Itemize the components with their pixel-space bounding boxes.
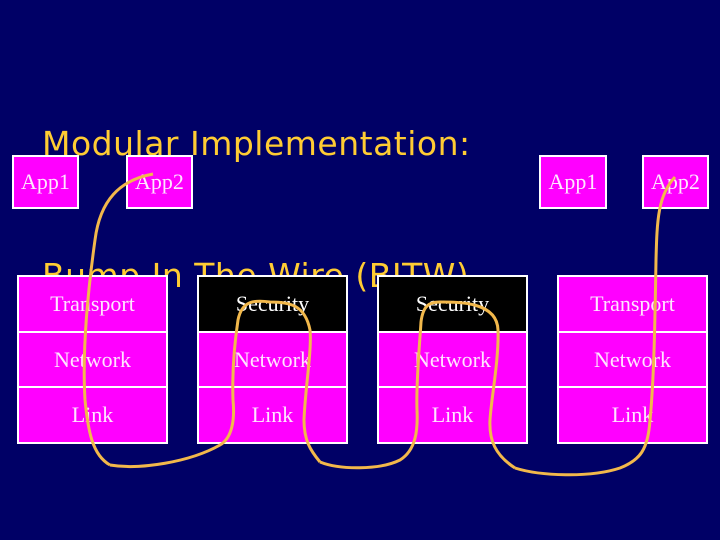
app-box-right-app2: App2 bbox=[642, 155, 709, 209]
protocol-stack-bitw-left: Security Network Link bbox=[197, 275, 348, 444]
layer-network: Network bbox=[559, 332, 706, 387]
layer-transport: Transport bbox=[559, 277, 706, 331]
layer-link: Link bbox=[19, 388, 166, 443]
layer-link: Link bbox=[379, 388, 526, 443]
app-box-left-app2: App2 bbox=[126, 155, 193, 209]
layer-link: Link bbox=[199, 388, 346, 443]
layer-link: Link bbox=[559, 388, 706, 443]
layer-security: Security bbox=[379, 277, 526, 331]
layer-security: Security bbox=[199, 277, 346, 331]
title-line-1: Modular Implementation: bbox=[42, 124, 471, 163]
app-box-right-app1: App1 bbox=[539, 155, 607, 209]
layer-transport: Transport bbox=[19, 277, 166, 331]
layer-network: Network bbox=[199, 332, 346, 387]
layer-network: Network bbox=[19, 332, 166, 387]
layer-network: Network bbox=[379, 332, 526, 387]
protocol-stack-host-right: Transport Network Link bbox=[557, 275, 708, 444]
protocol-stack-host-left: Transport Network Link bbox=[17, 275, 168, 444]
app-box-left-app1: App1 bbox=[12, 155, 79, 209]
protocol-stack-bitw-right: Security Network Link bbox=[377, 275, 528, 444]
